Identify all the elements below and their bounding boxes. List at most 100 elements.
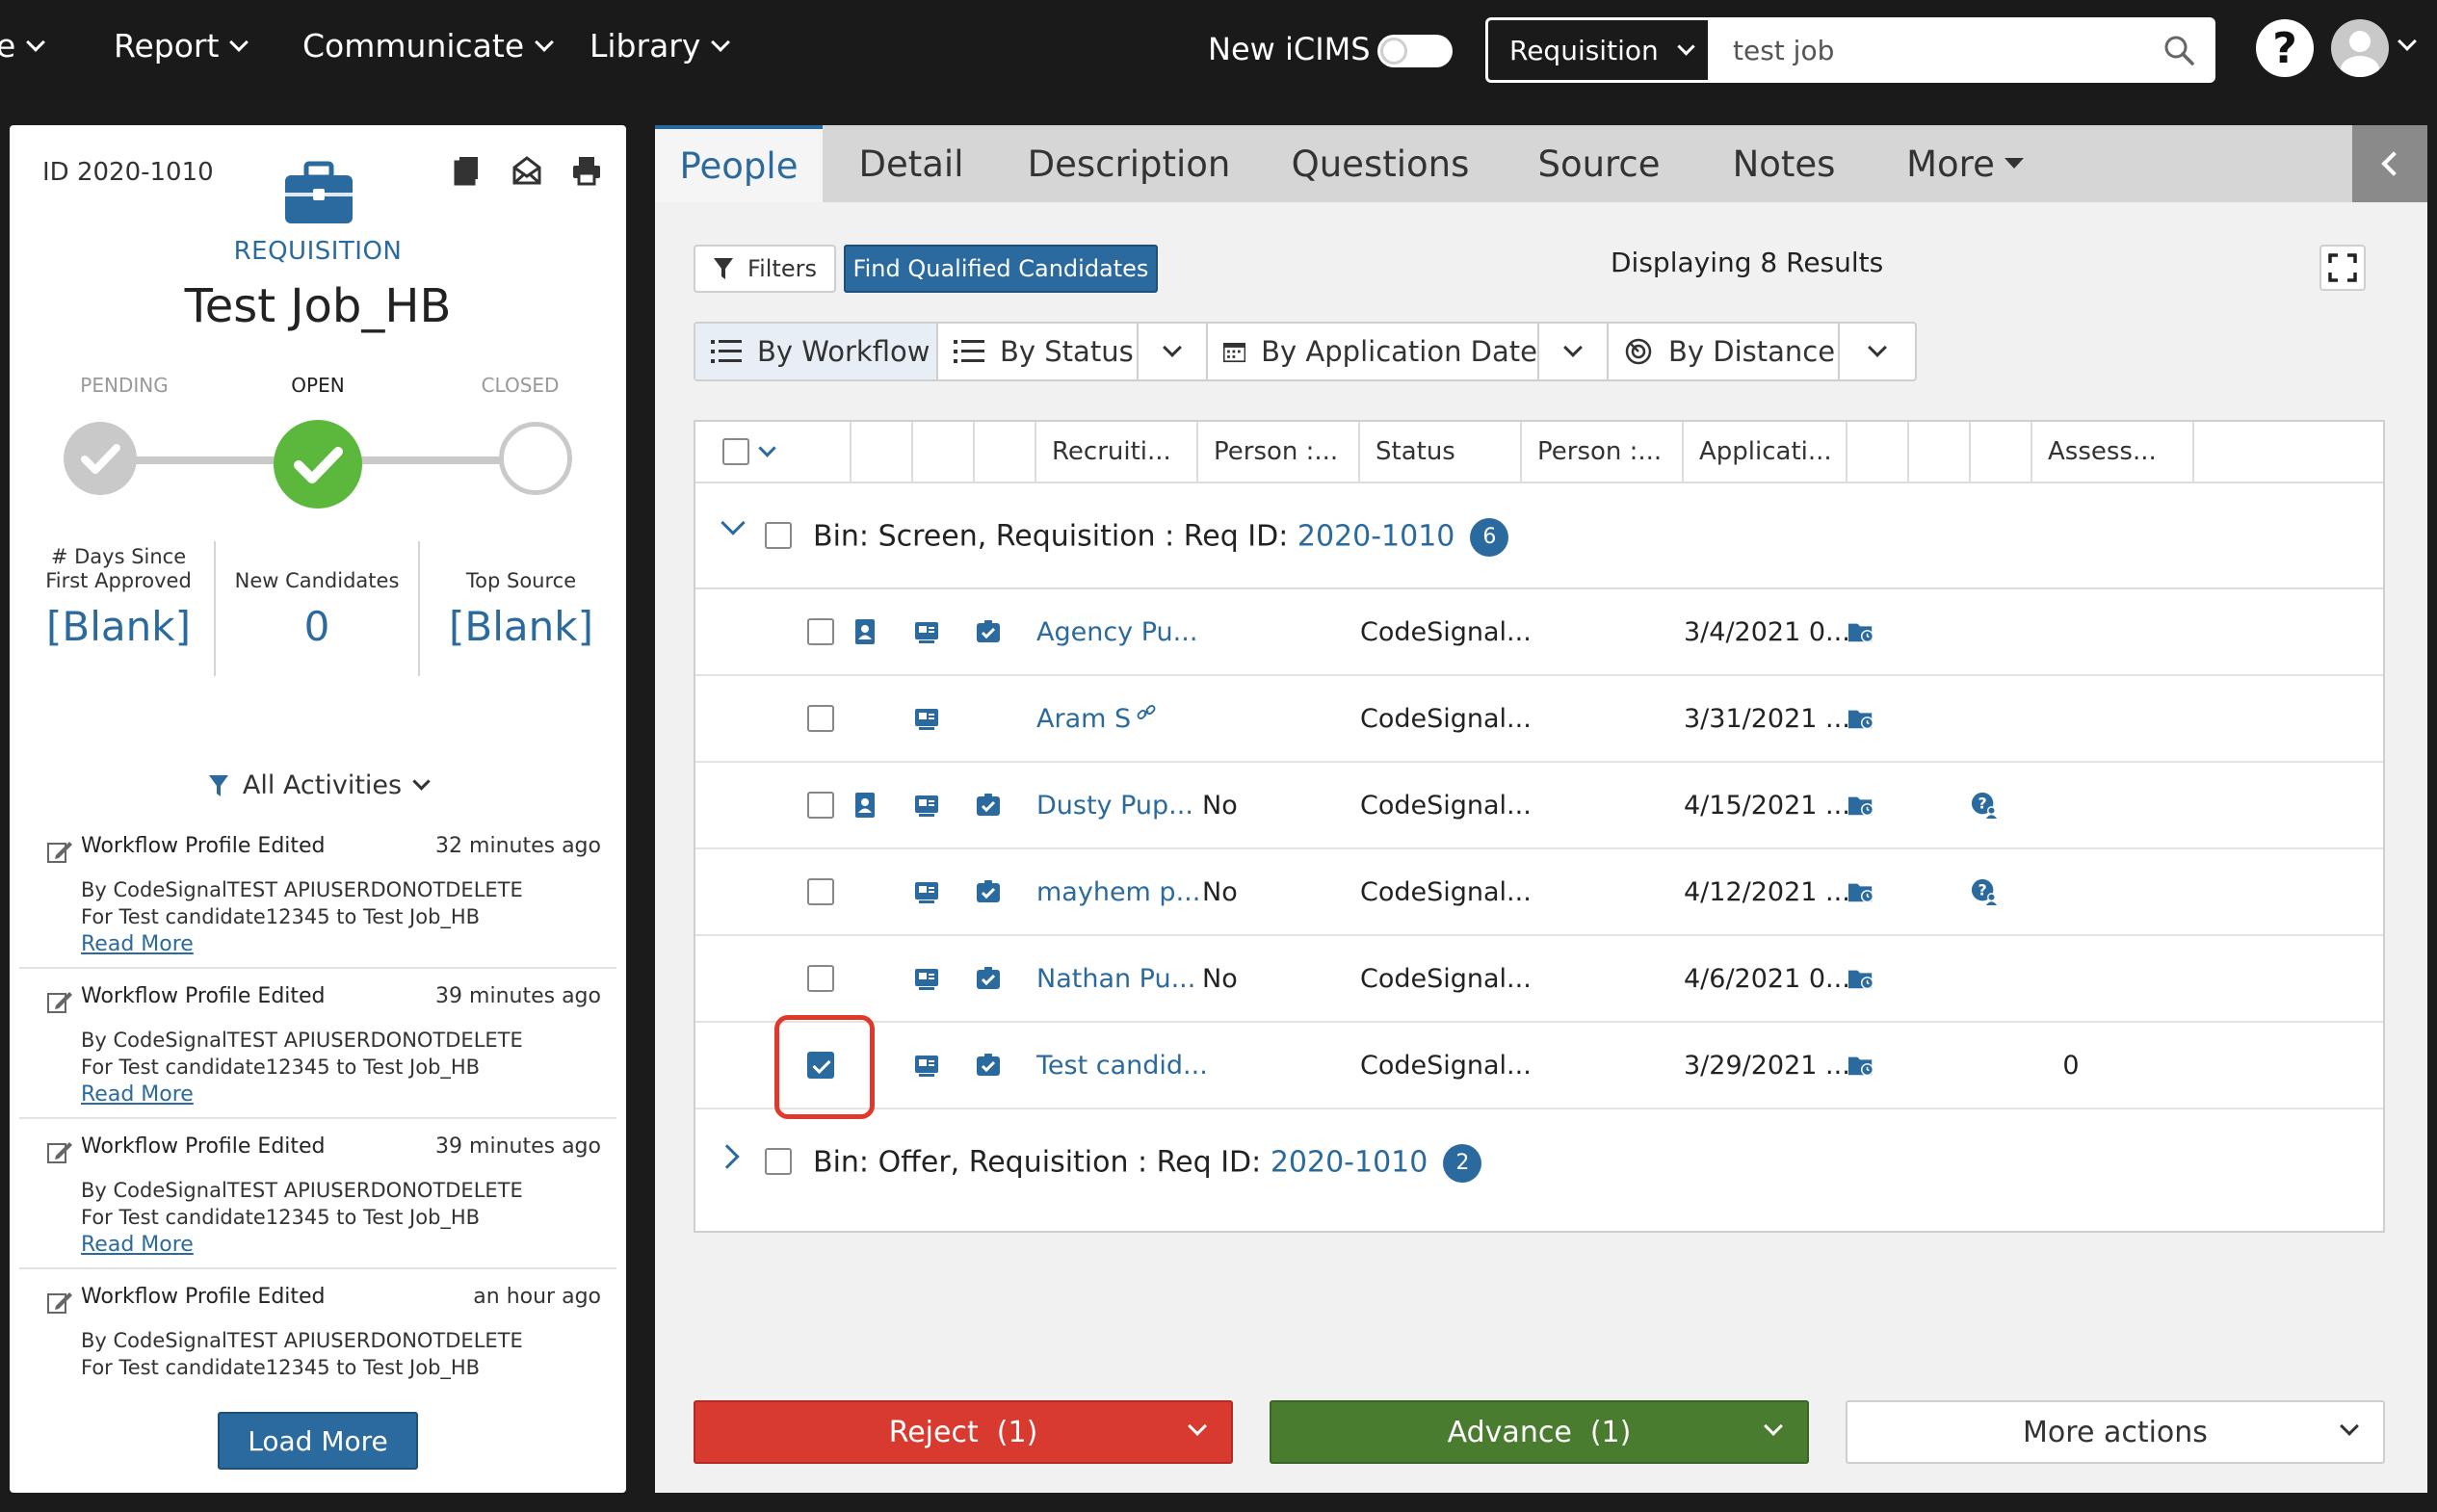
candidate-card-icon[interactable]: [913, 705, 940, 732]
copy-icon[interactable]: [451, 154, 484, 187]
candidate-card-icon[interactable]: [913, 965, 940, 992]
fullscreen-button[interactable]: [2319, 245, 2366, 291]
load-more-button[interactable]: Load More: [218, 1412, 418, 1470]
new-icims-toggle[interactable]: [1377, 35, 1453, 67]
candidate-name-link[interactable]: Aram S: [1036, 676, 1156, 761]
find-qualified-candidates-button[interactable]: Find Qualified Candidates: [844, 245, 1158, 293]
chevron-down-icon[interactable]: [1188, 1417, 1207, 1436]
date-view-dropdown[interactable]: [1539, 324, 1609, 379]
clipboard-check-icon[interactable]: [975, 965, 1002, 992]
row-select-checkbox[interactable]: [807, 792, 834, 819]
activities-filter-dropdown[interactable]: All Activities: [10, 770, 626, 800]
avatar[interactable]: [2331, 19, 2389, 77]
column-header-recruiter[interactable]: Recruiti...: [1036, 422, 1198, 482]
clipboard-check-icon[interactable]: [975, 1052, 1002, 1079]
clipboard-check-icon[interactable]: [975, 618, 1002, 645]
view-by-application-date[interactable]: By Application Date: [1208, 324, 1539, 379]
nav-item-partial[interactable]: e: [0, 27, 46, 65]
collapse-bin-icon[interactable]: [721, 510, 746, 535]
row-select-checkbox[interactable]: [807, 878, 834, 905]
bin-checkbox[interactable]: [765, 1148, 792, 1175]
candidate-name-link[interactable]: Dusty Pup...: [1036, 763, 1193, 847]
folder-clock-icon[interactable]: [1847, 965, 1874, 992]
chevron-down-icon[interactable]: [758, 438, 776, 457]
folder-clock-icon[interactable]: [1847, 705, 1874, 732]
search-type-select[interactable]: Requisition: [1488, 20, 1708, 80]
select-all-checkbox[interactable]: [722, 438, 749, 465]
candidate-name-link[interactable]: Agency Pu...: [1036, 589, 1197, 674]
collapse-panel-button[interactable]: [2352, 125, 2427, 202]
nav-item-library[interactable]: Library: [590, 27, 731, 65]
search-input[interactable]: [1716, 20, 2139, 80]
folder-clock-icon[interactable]: [1847, 1052, 1874, 1079]
expand-bin-icon[interactable]: [715, 1144, 740, 1169]
view-by-status[interactable]: By Status: [938, 324, 1139, 379]
column-header-person-1[interactable]: Person :...: [1198, 422, 1360, 482]
candidate-card-icon[interactable]: [913, 792, 940, 819]
filters-button[interactable]: Filters: [694, 245, 836, 293]
chevron-down-icon[interactable]: [2398, 32, 2417, 51]
reject-button[interactable]: Reject (1): [694, 1400, 1233, 1464]
tab-notes[interactable]: Notes: [1697, 125, 1871, 202]
select-all-control[interactable]: [695, 422, 852, 482]
req-id-link[interactable]: 2020-1010: [1271, 1146, 1428, 1180]
req-id-link[interactable]: 2020-1010: [1297, 520, 1455, 554]
candidate-name-link[interactable]: mayhem p...: [1036, 849, 1200, 934]
view-by-workflow[interactable]: By Workflow: [695, 324, 938, 379]
tab-detail[interactable]: Detail: [825, 125, 998, 202]
candidate-name-link[interactable]: Test candid...: [1036, 1023, 1208, 1108]
search-icon[interactable]: [2162, 34, 2195, 66]
folder-clock-icon[interactable]: [1847, 878, 1874, 905]
candidate-card-icon[interactable]: [913, 878, 940, 905]
candidate-card-icon[interactable]: [913, 618, 940, 645]
view-by-distance[interactable]: By Distance: [1609, 324, 1840, 379]
email-icon[interactable]: [511, 154, 543, 187]
column-header-assessment[interactable]: Assess...: [2032, 422, 2194, 482]
status-view-dropdown[interactable]: [1139, 324, 1208, 379]
question-user-icon[interactable]: ?: [1971, 878, 1998, 905]
table-row: Test candid... CodeSignal... 3/29/2021 ...…: [695, 1023, 2383, 1109]
advance-button[interactable]: Advance (1): [1270, 1400, 1809, 1464]
distance-view-dropdown[interactable]: [1840, 324, 1915, 379]
bin-checkbox[interactable]: [765, 522, 792, 549]
clipboard-check-icon[interactable]: [975, 878, 1002, 905]
nav-item-report[interactable]: Report: [114, 27, 249, 65]
help-icon[interactable]: ?: [2256, 19, 2314, 77]
row-select-checkbox[interactable]: [807, 965, 834, 992]
tab-people[interactable]: People: [655, 125, 823, 202]
tab-more[interactable]: More: [1871, 125, 2059, 202]
candidate-name-link[interactable]: Nathan Pu...: [1036, 936, 1195, 1021]
tab-source[interactable]: Source: [1501, 125, 1697, 202]
clipboard-check-icon[interactable]: [975, 792, 1002, 819]
stat-value[interactable]: [Blank]: [17, 603, 220, 650]
more-actions-dropdown[interactable]: More actions: [1846, 1400, 2385, 1464]
nav-item-communicate[interactable]: Communicate: [302, 27, 555, 65]
chevron-down-icon[interactable]: [2340, 1417, 2359, 1436]
resume-icon[interactable]: [852, 792, 878, 819]
table-row: Dusty Pup... No CodeSignal... 4/15/2021 ...…: [695, 763, 2383, 849]
print-icon[interactable]: [570, 154, 603, 187]
stat-value[interactable]: 0: [216, 603, 418, 650]
folder-clock-icon[interactable]: [1847, 792, 1874, 819]
read-more-link[interactable]: Read More: [81, 932, 194, 956]
assessment-cell: [2032, 676, 2109, 761]
assessment-cell: [2032, 763, 2109, 847]
column-header-status[interactable]: Status: [1360, 422, 1522, 482]
chevron-down-icon[interactable]: [1764, 1417, 1783, 1436]
candidate-card-icon[interactable]: [913, 1052, 940, 1079]
row-select-checkbox[interactable]: [807, 705, 834, 732]
requisition-type-label: REQUISITION: [233, 237, 403, 266]
column-header-person-2[interactable]: Person :...: [1522, 422, 1684, 482]
read-more-link[interactable]: Read More: [81, 1233, 194, 1257]
resume-icon[interactable]: [852, 618, 878, 645]
chevron-down-icon: [711, 32, 731, 52]
stat-value[interactable]: [Blank]: [420, 603, 622, 650]
read-more-link[interactable]: Read More: [81, 1082, 194, 1107]
tab-description[interactable]: Description: [998, 125, 1260, 202]
column-header-application-date[interactable]: Applicati...: [1684, 422, 1847, 482]
tab-questions[interactable]: Questions: [1260, 125, 1501, 202]
assessment-cell: [2032, 589, 2109, 674]
row-select-checkbox[interactable]: [807, 618, 834, 645]
question-user-icon[interactable]: ?: [1971, 792, 1998, 819]
folder-clock-icon[interactable]: [1847, 618, 1874, 645]
